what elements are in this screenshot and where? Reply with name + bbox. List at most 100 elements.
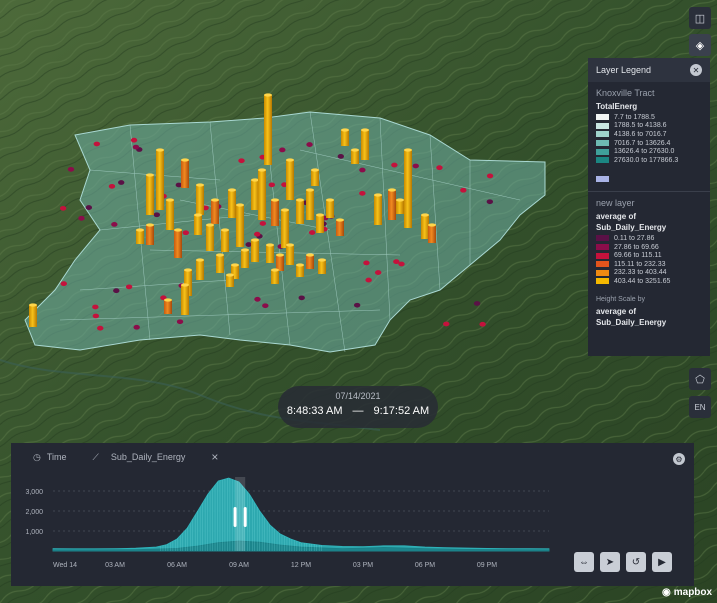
legend-layer1-items: 7.7 to 1788.5 1788.5 to 4138.6 4138.6 to 7… (596, 113, 702, 165)
selection-handle[interactable] (243, 507, 247, 527)
legend-row: 27.86 to 69.66 (596, 243, 702, 252)
selection-handle[interactable] (233, 507, 237, 527)
energy-bar (271, 270, 279, 284)
energy-dot (259, 221, 267, 226)
tab-time-label: Time (46, 452, 67, 462)
play-icon: ▶ (658, 556, 666, 568)
legend-label: 27.86 to 69.66 (614, 243, 659, 251)
legend-row: 1788.5 to 4138.6 (596, 122, 702, 131)
loop-icon: ⇔ (579, 556, 589, 568)
energy-bar-cap (206, 223, 214, 227)
line-chart-icon: ⟋ (92, 451, 99, 462)
energy-bar (241, 250, 249, 268)
energy-dot (133, 324, 140, 330)
x-tick-label: 06 PM (415, 562, 435, 569)
energy-bar-cap (421, 213, 429, 217)
energy-bar-cap (228, 188, 236, 192)
energy-bar (181, 160, 189, 188)
tab-time[interactable]: ◷ Time (33, 452, 67, 463)
tab-close-icon[interactable]: × (211, 450, 218, 464)
time-date: 07/14/2021 (335, 391, 381, 401)
layers-button[interactable]: ◈ (689, 34, 711, 56)
energy-bar-cap (404, 148, 412, 152)
energy-dot (59, 205, 67, 211)
legend-row: 4138.6 to 7016.7 (596, 130, 702, 139)
energy-bar (174, 230, 182, 258)
legend-swatch (596, 148, 609, 155)
energy-bar-cap (221, 228, 229, 232)
split-view-button[interactable]: ◫ (689, 7, 711, 29)
legend-layer1-name: Knoxville Tract (596, 88, 655, 98)
mapbox-brand: mapbox (673, 587, 713, 598)
legend-swatch (596, 114, 609, 121)
reset-button[interactable]: ↺ (626, 552, 646, 572)
legend-layer2-field: Sub_Daily_Energy (596, 223, 667, 233)
energy-bar (236, 205, 244, 247)
energy-bar (404, 150, 412, 228)
energy-bar (286, 245, 294, 265)
energy-bar (266, 245, 274, 263)
time-range-display: 07/14/2021 8:48:33 AM — 9:17:52 AM (278, 386, 438, 428)
draw-polygon-button[interactable]: ⬠ (689, 368, 711, 390)
tab-field[interactable]: ⟋ Sub_Daily_Energy (93, 452, 186, 463)
energy-bar-cap (336, 218, 344, 222)
energy-bar (166, 200, 174, 230)
energy-bar-cap (184, 268, 192, 272)
speed-icon: ➤ (605, 556, 615, 568)
energy-dot (359, 167, 366, 173)
energy-dot (268, 182, 276, 188)
legend-swatch (596, 157, 609, 164)
locale-button[interactable]: EN (689, 396, 711, 418)
energy-dot (486, 199, 494, 205)
energy-bar (286, 160, 294, 200)
mapbox-attribution[interactable]: ◉ mapbox (662, 587, 712, 598)
legend-title: Layer Legend (596, 65, 652, 75)
legend-label: 7.7 to 1788.5 (614, 113, 655, 121)
legend-swatch (596, 278, 609, 285)
legend-swatch (596, 252, 609, 259)
play-button[interactable]: ▶ (652, 552, 672, 572)
energy-bar-cap (146, 173, 154, 177)
legend-row: 7016.7 to 13626.4 (596, 139, 702, 148)
legend-row: 0.11 to 27.86 (596, 234, 702, 243)
energy-bar-cap (271, 198, 279, 202)
energy-bar-cap (216, 253, 224, 257)
energy-dot (182, 230, 190, 236)
energy-bar (306, 190, 314, 220)
energy-dot (125, 284, 133, 290)
energy-bar-cap (196, 183, 204, 187)
energy-bar-cap (326, 198, 334, 202)
energy-bar-cap (226, 273, 234, 277)
speed-button[interactable]: ➤ (600, 552, 620, 572)
draw-polygon-icon: ⬠ (695, 373, 705, 386)
energy-bar-cap (264, 93, 272, 97)
energy-dot (245, 242, 252, 247)
energy-bar (228, 190, 236, 218)
legend-close-icon[interactable]: ✕ (690, 64, 702, 76)
legend-label: 13626.4 to 27630.0 (614, 148, 675, 156)
energy-bar-cap (174, 228, 182, 232)
energy-dot (93, 141, 101, 147)
legend-layer2-agg: average of (596, 212, 637, 222)
energy-bar-cap (286, 158, 294, 162)
energy-bar (194, 215, 202, 235)
energy-dot (359, 190, 366, 196)
time-end: 9:17:52 AM (373, 405, 430, 417)
energy-dot (391, 162, 398, 168)
energy-bar-cap (311, 168, 319, 172)
legend-row: 7.7 to 1788.5 (596, 113, 702, 122)
energy-bar (374, 195, 382, 225)
loop-button[interactable]: ⇔ (574, 552, 594, 572)
legend-row: 232.33 to 403.44 (596, 269, 702, 278)
legend-swatch (596, 122, 609, 129)
locale-label: EN (694, 402, 706, 412)
energy-bar-cap (241, 248, 249, 252)
energy-dot (363, 260, 370, 266)
energy-dot (153, 212, 161, 218)
time-separator: — (352, 405, 364, 417)
timeline-settings-icon[interactable]: ⚙ (673, 453, 685, 465)
energy-bar (428, 225, 436, 243)
energy-bar (196, 260, 204, 280)
energy-dot (298, 295, 305, 301)
time-selection-window[interactable] (235, 477, 246, 551)
